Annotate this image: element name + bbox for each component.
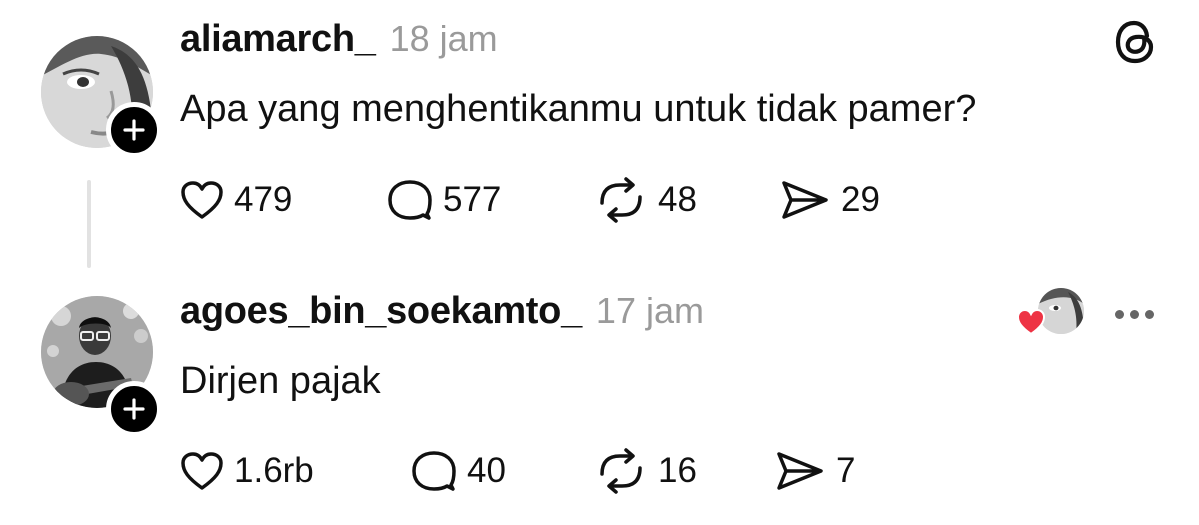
send-icon	[777, 452, 823, 490]
username[interactable]: agoes_bin_soekamto_	[180, 290, 582, 333]
share-button[interactable]: 7	[774, 447, 855, 495]
thread-line	[87, 180, 91, 268]
like-button[interactable]: 479	[180, 176, 292, 224]
share-count: 29	[841, 180, 880, 219]
like-button[interactable]: 1.6rb	[180, 447, 314, 495]
comment-button[interactable]: 40	[411, 447, 506, 495]
like-count: 1.6rb	[234, 451, 314, 490]
repost-button[interactable]: 48	[594, 176, 697, 224]
repost-icon	[600, 448, 642, 494]
follow-plus-button[interactable]	[106, 102, 162, 158]
follow-plus-button[interactable]	[106, 381, 162, 437]
comment-count: 40	[467, 451, 506, 490]
post-header: agoes_bin_soekamto_ 17 jam	[180, 290, 704, 333]
post-text: Dirjen pajak	[180, 360, 381, 402]
post-text: Apa yang menghentikanmu untuk tidak pame…	[180, 88, 977, 130]
threads-logo-icon[interactable]	[1113, 18, 1159, 66]
liked-by-author-indicator	[1016, 286, 1088, 342]
share-button[interactable]: 29	[779, 176, 880, 224]
more-options-icon[interactable]	[1112, 304, 1157, 324]
plus-icon	[123, 398, 145, 420]
share-count: 7	[836, 451, 856, 490]
repost-count: 16	[658, 451, 697, 490]
comment-button[interactable]: 577	[387, 176, 501, 224]
like-count: 479	[234, 180, 293, 219]
comment-bubble-icon	[388, 180, 432, 220]
post-header: aliamarch_ 18 jam	[180, 18, 498, 61]
send-icon	[782, 181, 828, 219]
plus-icon	[123, 119, 145, 141]
comment-bubble-icon	[412, 451, 456, 491]
heart-icon	[181, 452, 223, 490]
post-time: 17 jam	[595, 290, 704, 331]
heart-icon	[1016, 308, 1046, 336]
repost-button[interactable]: 16	[594, 447, 697, 495]
post-time: 18 jam	[389, 18, 498, 59]
repost-icon	[600, 177, 642, 223]
username[interactable]: aliamarch_	[180, 18, 376, 61]
heart-icon	[181, 181, 223, 219]
comment-count: 577	[443, 180, 502, 219]
repost-count: 48	[658, 180, 697, 219]
